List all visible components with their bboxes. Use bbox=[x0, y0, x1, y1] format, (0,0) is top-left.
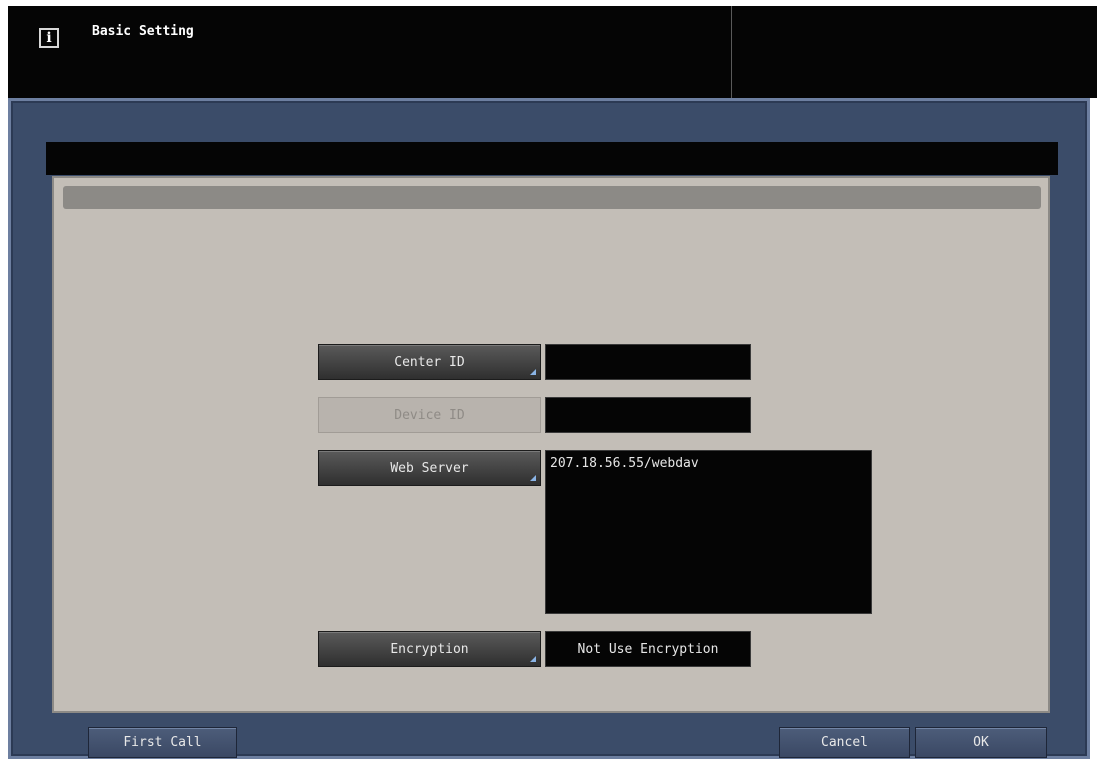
encryption-value: Not Use Encryption bbox=[545, 631, 751, 667]
web-server-button[interactable]: Web Server bbox=[318, 450, 541, 486]
device-id-button: Device ID bbox=[318, 397, 541, 433]
center-id-label: Center ID bbox=[394, 354, 465, 370]
title-bar: i Basic Setting bbox=[8, 6, 1097, 98]
center-id-field[interactable] bbox=[545, 344, 751, 380]
panel-subheader bbox=[63, 186, 1041, 209]
ok-button[interactable]: OK bbox=[915, 727, 1047, 758]
corner-indicator-icon bbox=[530, 656, 536, 662]
device-id-label: Device ID bbox=[394, 407, 465, 423]
title-bar-divider bbox=[731, 6, 732, 98]
device-id-field bbox=[545, 397, 751, 433]
page-title: Basic Setting bbox=[92, 24, 194, 39]
corner-indicator-icon bbox=[530, 475, 536, 481]
panel-header bbox=[46, 142, 1058, 175]
web-server-field[interactable]: 207.18.56.55/webdav bbox=[545, 450, 872, 614]
web-server-label: Web Server bbox=[390, 460, 469, 476]
center-id-button[interactable]: Center ID bbox=[318, 344, 541, 380]
info-icon: i bbox=[39, 28, 59, 48]
corner-indicator-icon bbox=[530, 369, 536, 375]
encryption-label: Encryption bbox=[390, 641, 469, 657]
first-call-button[interactable]: First Call bbox=[88, 727, 237, 758]
encryption-button[interactable]: Encryption bbox=[318, 631, 541, 667]
cancel-button[interactable]: Cancel bbox=[779, 727, 910, 758]
